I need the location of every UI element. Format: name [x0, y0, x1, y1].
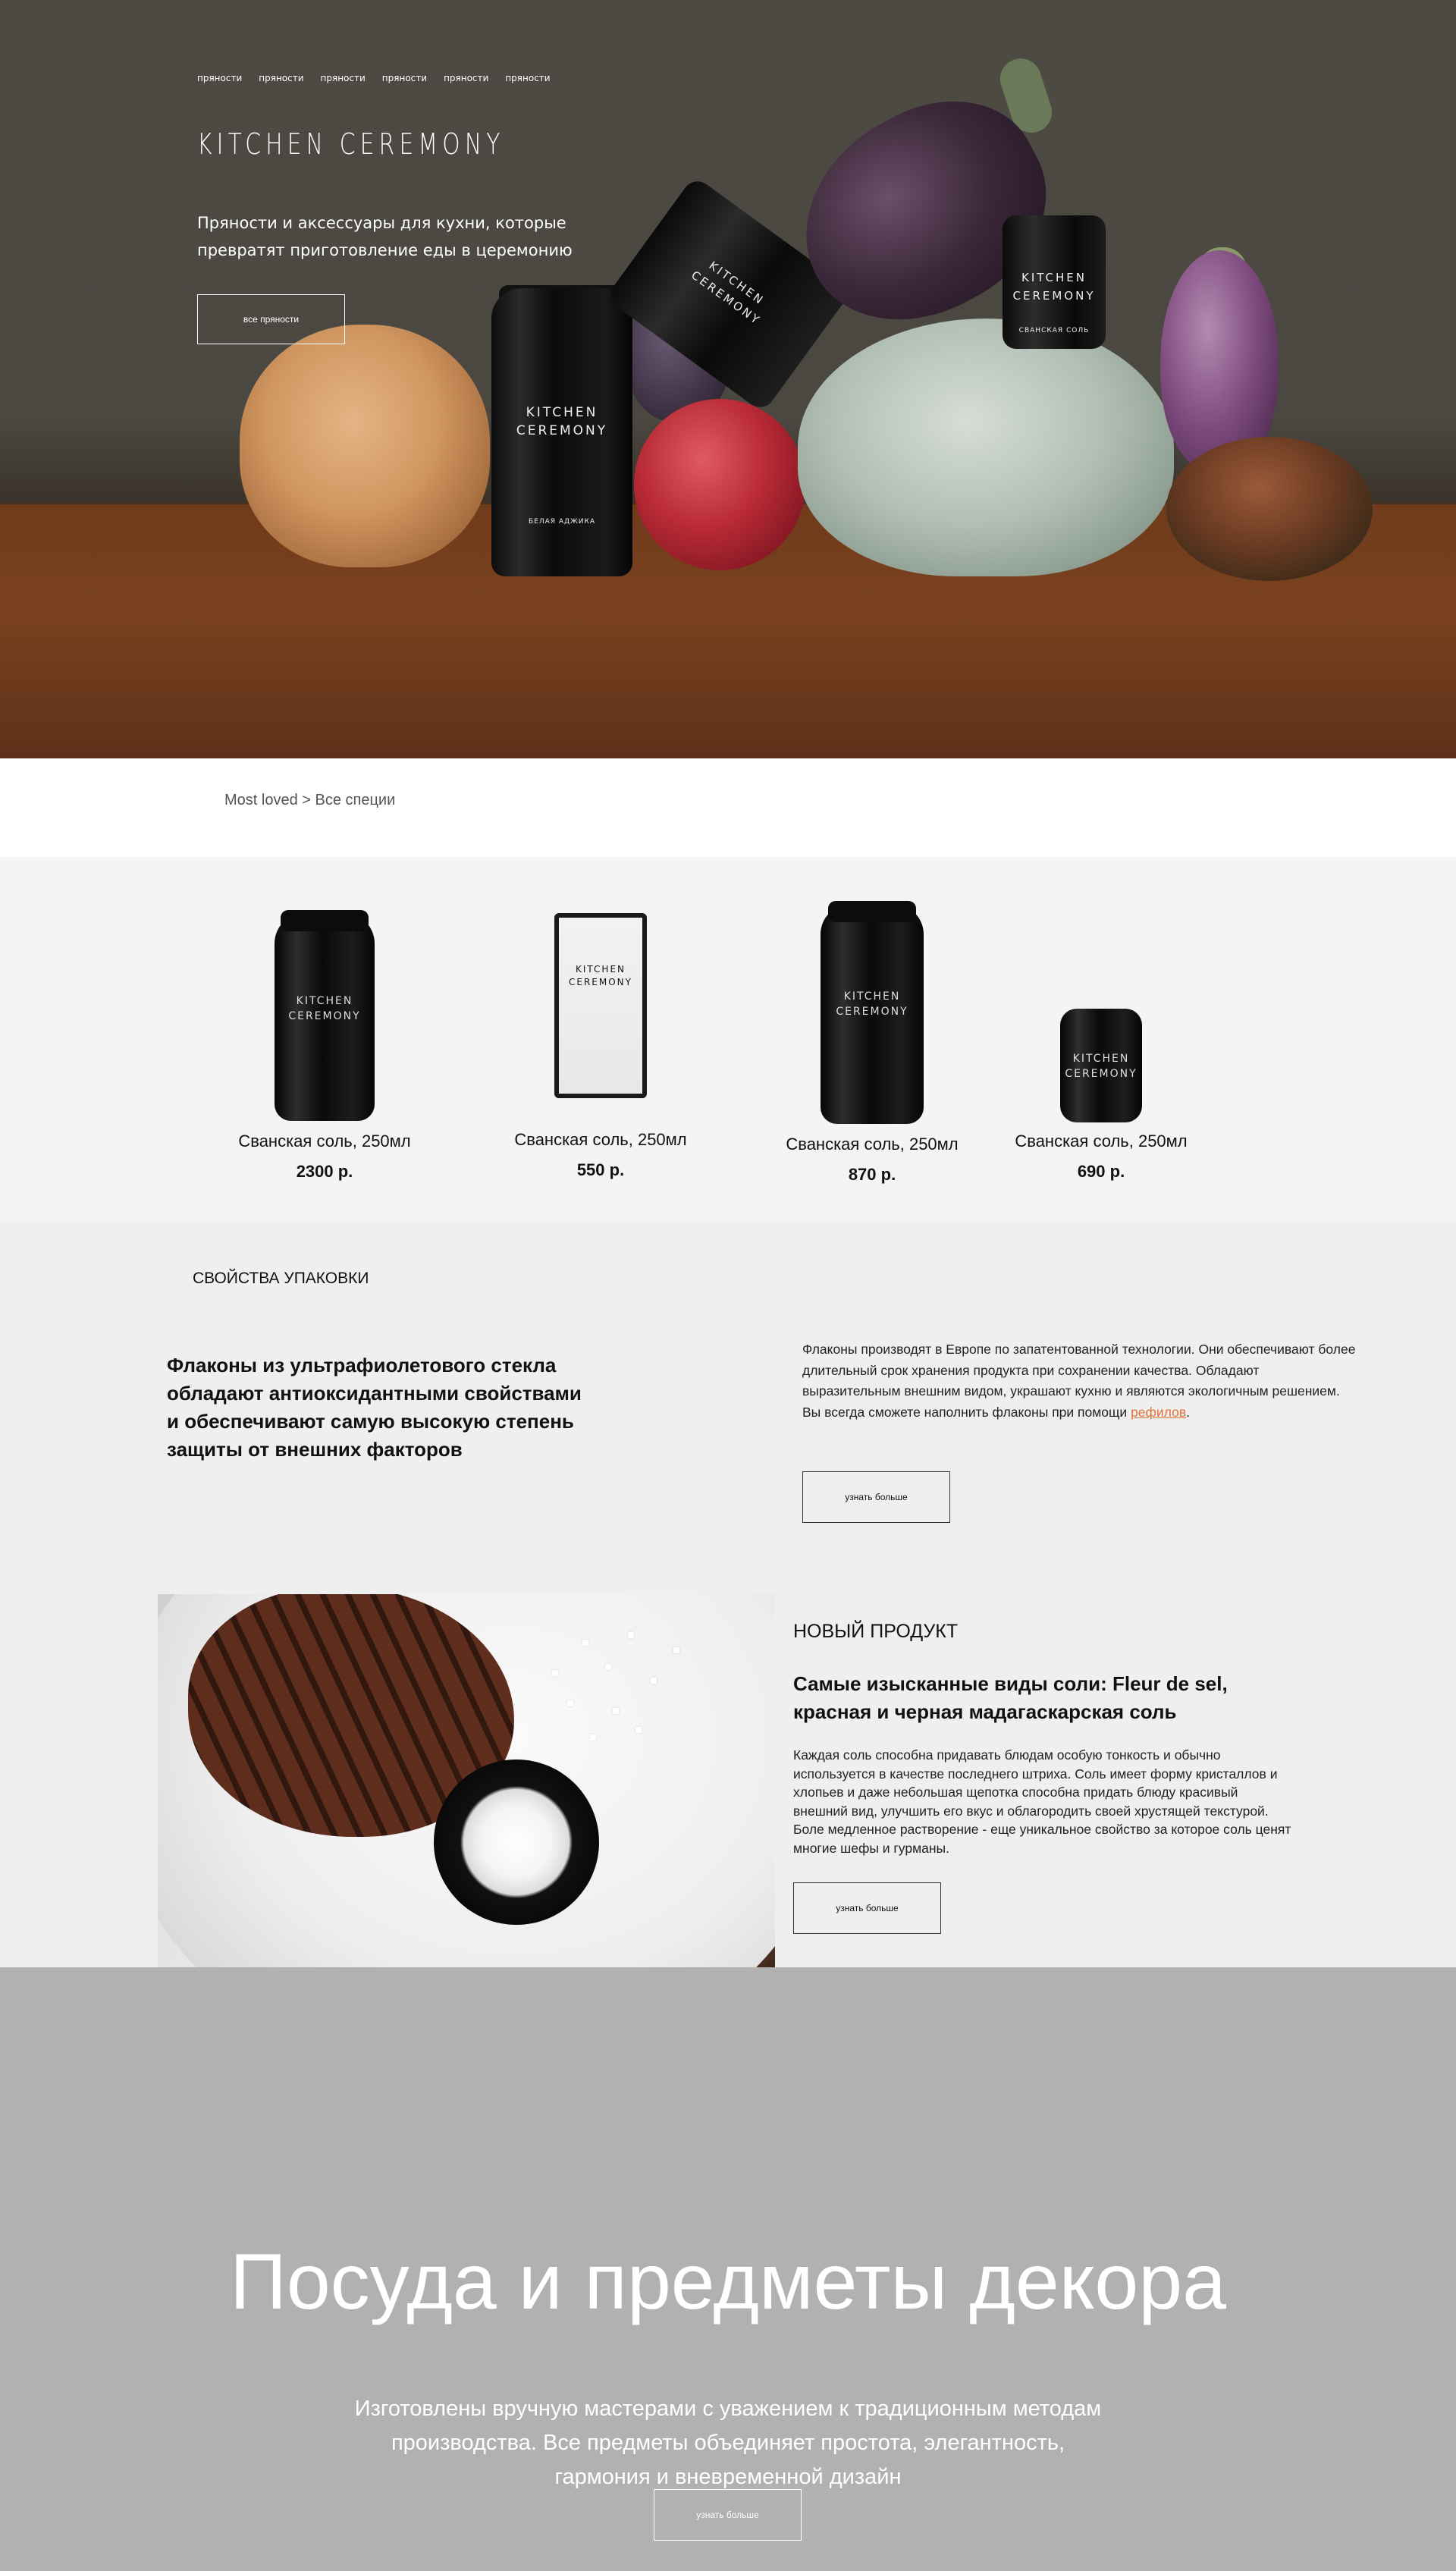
salt-crystal [552, 1670, 558, 1676]
decor-description: Изготовлены вручную мастерами с уважение… [354, 2397, 1102, 2489]
salt-crystal [582, 1640, 588, 1646]
gourd-image [798, 319, 1174, 576]
breadcrumb[interactable]: Most loved > Все специи [224, 792, 395, 809]
learn-more-button[interactable]: узнать больше [802, 1471, 950, 1523]
all-spices-button[interactable]: все пряности [197, 294, 345, 344]
product-price: 870 р. [848, 1165, 896, 1184]
product-price: 690 р. [1077, 1162, 1125, 1181]
pumpkin-image [240, 325, 490, 567]
product-image[interactable]: KITCHEN CEREMONY [275, 910, 375, 1121]
nav-link-spices-6[interactable]: пряности [505, 73, 550, 83]
product-name[interactable]: Сванская соль, 250мл [211, 1132, 438, 1151]
product-name[interactable]: Сванская соль, 250мл [758, 1135, 986, 1154]
decor-title: Посуда и предметы декора [230, 2238, 1226, 2326]
jar-brand-label: KITCHEN CEREMONY [516, 405, 608, 438]
heirloom-tomato-image [1166, 437, 1373, 581]
salt-crystal [567, 1700, 573, 1706]
brand-logo[interactable]: KITCHEN CEREMONY [197, 127, 505, 161]
salt-bowl-image [434, 1760, 599, 1925]
product-image[interactable]: KITCHEN CEREMONY [554, 913, 647, 1098]
section-heading: Флаконы из ультрафиолетового стекла обла… [167, 1354, 582, 1461]
nav-link-spices-2[interactable]: пряности [259, 73, 303, 83]
salt-crystal [673, 1647, 679, 1653]
salt-crystal [635, 1727, 642, 1733]
product-price: 550 р. [576, 1160, 625, 1179]
product-price: 2300 р. [296, 1162, 353, 1181]
section-title: СВОЙСТВА УПАКОВКИ [193, 1270, 369, 1287]
small-jar-product-label: СВАНСКАЯ СОЛЬ [1018, 327, 1090, 334]
salt-crystal [590, 1734, 596, 1741]
refills-link[interactable]: рефилов [1131, 1405, 1186, 1420]
hero-subtitle: Пряности и аксессуары для кухни, которые… [197, 214, 573, 259]
bottle-cap [281, 910, 369, 931]
salt-crystal [613, 1708, 619, 1714]
product-brand-label: KITCHEN CEREMONY [288, 995, 361, 1022]
top-nav: пряности пряности пряности пряности прян… [197, 73, 551, 83]
product-image[interactable]: KITCHEN CEREMONY [821, 901, 924, 1124]
salt-crystal [605, 1664, 611, 1670]
section-title: НОВЫЙ ПРОДУКТ [793, 1621, 959, 1642]
nav-link-spices-1[interactable]: пряности [197, 73, 242, 83]
learn-more-button[interactable]: узнать больше [793, 1882, 941, 1934]
product-image[interactable]: KITCHEN CEREMONY [1060, 1009, 1142, 1122]
section-heading: Самые изысканные виды соли: Fleur de sel… [793, 1672, 1228, 1723]
breadcrumb-bar [0, 758, 1456, 857]
salt-crystal [628, 1632, 634, 1638]
nav-link-spices-3[interactable]: пряности [321, 73, 366, 83]
small-jar-image: KITCHEN CEREMONY СВАНСКАЯ СОЛЬ [1003, 215, 1106, 349]
description-end: . [1186, 1404, 1191, 1420]
pomegranate-image [634, 399, 805, 570]
learn-more-button[interactable]: узнать больше [654, 2489, 802, 2541]
tilted-jar-brand-label: KITCHEN CEREMONY [689, 258, 767, 328]
product-brand-label: KITCHEN CEREMONY [569, 964, 632, 987]
hero-section: KITCHEN CEREMONY БЕЛАЯ АДЖИКА KITCHEN CE… [0, 0, 1456, 758]
description-text: Флаконы производят в Европе по запатенто… [802, 1342, 1356, 1420]
bottle-cap [828, 901, 916, 922]
product-list: KITCHEN CEREMONY Сванская соль, 250мл 23… [0, 857, 1456, 1223]
product-brand-label: KITCHEN CEREMONY [1065, 1053, 1138, 1080]
product-card[interactable]: KITCHEN CEREMONY Сванская соль, 250мл 87… [758, 901, 986, 1185]
product-name[interactable]: Сванская соль, 250мл [987, 1132, 1215, 1151]
product-name[interactable]: Сванская соль, 250мл [487, 1130, 714, 1150]
salt-crystal [651, 1678, 657, 1684]
spice-jar-image: KITCHEN CEREMONY БЕЛАЯ АДЖИКА [491, 288, 632, 576]
section-description: Каждая соль способна придавать блюдам ос… [793, 1747, 1291, 1856]
product-brand-label: KITCHEN CEREMONY [836, 990, 908, 1018]
product-card[interactable]: KITCHEN CEREMONY Сванская соль, 250мл 23… [211, 910, 438, 1182]
small-jar-brand-label: KITCHEN CEREMONY [1012, 271, 1096, 303]
nav-link-spices-5[interactable]: пряности [444, 73, 488, 83]
salt-steak-photo [158, 1594, 775, 1967]
jar-product-label: БЕЛАЯ АДЖИКА [528, 518, 596, 526]
product-card[interactable]: KITCHEN CEREMONY Сванская соль, 250мл 55… [487, 913, 714, 1180]
nav-link-spices-4[interactable]: пряности [382, 73, 427, 83]
section-description: Флаконы производят в Европе по запатенто… [802, 1339, 1356, 1423]
product-card[interactable]: KITCHEN CEREMONY Сванская соль, 250мл 69… [987, 1009, 1215, 1182]
